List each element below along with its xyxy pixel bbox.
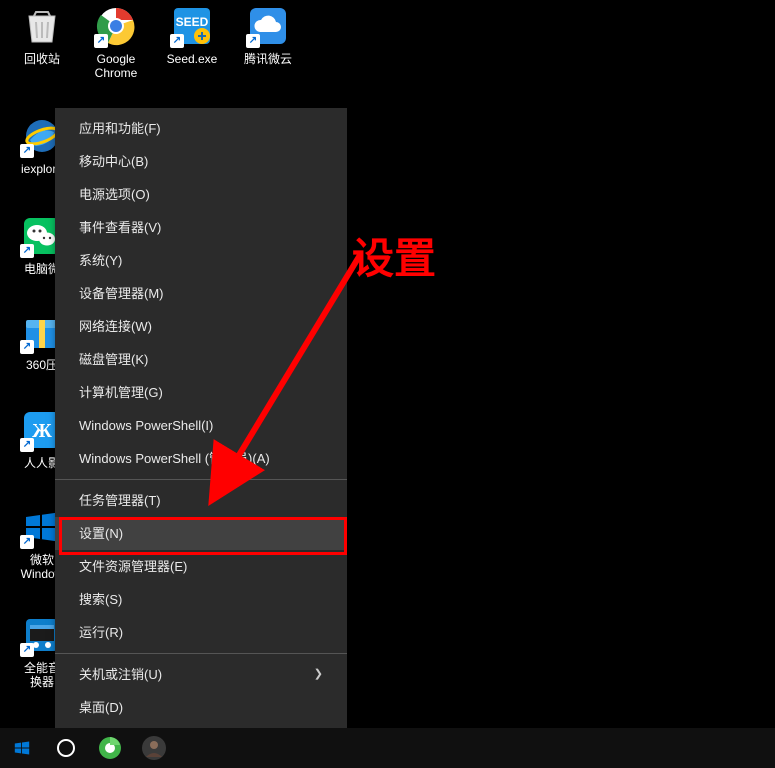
menu-item-label: 关机或注销(U) [79,658,162,691]
menu-shutdown-signout[interactable]: 关机或注销(U) ❯ [55,658,347,691]
menu-item-label: 事件查看器(V) [79,211,161,244]
shortcut-arrow-icon: ↗ [246,34,260,48]
cortana-search-button[interactable] [44,728,88,768]
menu-item-label: Windows PowerShell(I) [79,409,213,442]
shortcut-arrow-icon: ↗ [170,34,184,48]
menu-apps-features[interactable]: 应用和功能(F) [55,112,347,145]
cortana-circle-icon [56,738,76,758]
desktop-icon-recycle-bin[interactable]: 回收站 [6,4,78,66]
shortcut-arrow-icon: ↗ [20,643,34,657]
svg-text:SEED: SEED [176,15,209,29]
menu-item-label: 任务管理器(T) [79,484,161,517]
seed-icon: SEED ↗ [170,4,214,48]
menu-item-label: 磁盘管理(K) [79,343,148,376]
icon-label: 回收站 [6,52,78,66]
desktop-icon-chrome[interactable]: ↗ Google Chrome [80,4,152,81]
icon-label: Google Chrome [80,52,152,81]
taskbar [0,728,775,768]
menu-event-viewer[interactable]: 事件查看器(V) [55,211,347,244]
start-button[interactable] [0,728,44,768]
menu-settings[interactable]: 设置(N) [55,517,347,550]
shortcut-arrow-icon: ↗ [20,244,34,258]
menu-item-label: 应用和功能(F) [79,112,161,145]
menu-desktop[interactable]: 桌面(D) [55,691,347,724]
menu-item-label: 移动中心(B) [79,145,148,178]
winx-context-menu: 应用和功能(F) 移动中心(B) 电源选项(O) 事件查看器(V) 系统(Y) … [55,108,347,728]
menu-item-label: 系统(Y) [79,244,122,277]
chrome-icon: ↗ [94,4,138,48]
browser-icon [98,736,122,760]
menu-item-label: 桌面(D) [79,691,123,724]
menu-network-connections[interactable]: 网络连接(W) [55,310,347,343]
desktop-icon-seed[interactable]: SEED ↗ Seed.exe [156,4,228,66]
menu-item-label: 搜索(S) [79,583,122,616]
menu-separator [55,653,347,654]
menu-device-manager[interactable]: 设备管理器(M) [55,277,347,310]
avatar-icon [141,735,167,761]
taskbar-app-2[interactable] [132,728,176,768]
menu-mobility-center[interactable]: 移动中心(B) [55,145,347,178]
menu-computer-management[interactable]: 计算机管理(G) [55,376,347,409]
desktop-icon-weiyun[interactable]: ↗ 腾讯微云 [232,4,304,66]
menu-item-label: 运行(R) [79,616,123,649]
chevron-right-icon: ❯ [314,658,323,691]
annotation-label: 设置 [352,225,436,286]
menu-powershell[interactable]: Windows PowerShell(I) [55,409,347,442]
menu-task-manager[interactable]: 任务管理器(T) [55,484,347,517]
menu-separator [55,479,347,480]
menu-power-options[interactable]: 电源选项(O) [55,178,347,211]
menu-system[interactable]: 系统(Y) [55,244,347,277]
menu-item-label: 设备管理器(M) [79,277,164,310]
recycle-bin-icon [20,4,64,48]
menu-file-explorer[interactable]: 文件资源管理器(E) [55,550,347,583]
taskbar-app-1[interactable] [88,728,132,768]
shortcut-arrow-icon: ↗ [94,34,108,48]
menu-item-label: 计算机管理(G) [79,376,163,409]
menu-powershell-admin[interactable]: Windows PowerShell (管理员)(A) [55,442,347,475]
menu-item-label: 电源选项(O) [79,178,150,211]
menu-item-label: 网络连接(W) [79,310,152,343]
svg-text:Ж: Ж [32,420,52,442]
menu-search[interactable]: 搜索(S) [55,583,347,616]
shortcut-arrow-icon: ↗ [20,438,34,452]
windows-start-icon [13,739,31,757]
menu-item-label: Windows PowerShell (管理员)(A) [79,442,270,475]
shortcut-arrow-icon: ↗ [20,535,34,549]
menu-run[interactable]: 运行(R) [55,616,347,649]
shortcut-arrow-icon: ↗ [20,144,34,158]
cloud-icon: ↗ [246,4,290,48]
icon-label: Seed.exe [156,52,228,66]
shortcut-arrow-icon: ↗ [20,340,34,354]
menu-disk-management[interactable]: 磁盘管理(K) [55,343,347,376]
menu-item-label: 设置(N) [79,517,123,550]
menu-item-label: 文件资源管理器(E) [79,550,187,583]
icon-label: 腾讯微云 [232,52,304,66]
